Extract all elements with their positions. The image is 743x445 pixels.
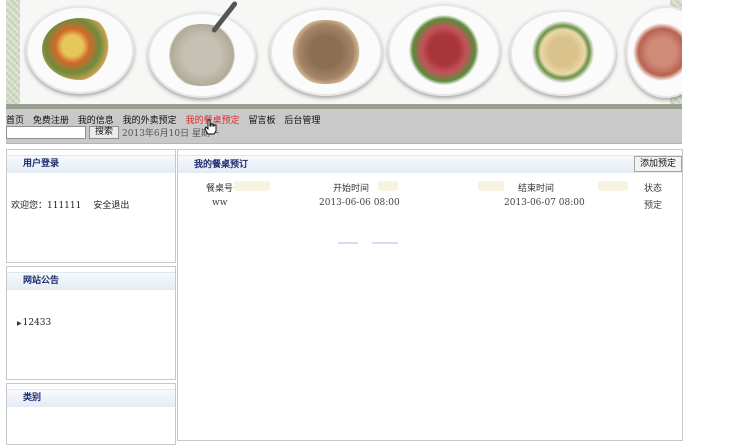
nav-link-takeout-orders[interactable]: 我的外卖预定 (123, 116, 177, 126)
category-panel: 类别 (6, 383, 176, 445)
search-button[interactable]: 搜索 (89, 126, 120, 139)
user-login-panel: 用户登录 欢迎您：111111 安全退出 (6, 149, 176, 263)
dish-image-6 (626, 6, 682, 98)
dish-image-1 (26, 6, 134, 94)
category-title: 类别 (7, 389, 175, 407)
background-artifact (234, 181, 270, 191)
cell-table-no: ww (212, 198, 228, 208)
cell-status: 预定 (644, 201, 663, 211)
welcome-line: 欢迎您：111111 安全退出 (11, 198, 129, 211)
header-banner (6, 0, 682, 106)
add-reservation-button[interactable]: 添加预定 (634, 156, 682, 172)
cell-end-time: 2013-06-07 08:00 (504, 198, 585, 208)
search-row: 搜索 2013年6月10日 星期一 (6, 126, 219, 139)
dish-image-4 (388, 4, 500, 96)
dish-image-3 (270, 8, 382, 96)
bullet-icon: ▶ (17, 320, 22, 327)
nav-links: 首页 免费注册 我的信息 我的外卖预定 我的餐桌预定 留言板 后台管理 (6, 113, 326, 126)
dish-image-5 (510, 10, 616, 96)
hand-cursor-icon (204, 119, 217, 135)
search-input[interactable] (6, 126, 86, 139)
panel-title: 我的餐桌预订 (194, 160, 249, 170)
column-header-status: 状态 (644, 184, 663, 194)
user-login-title: 用户登录 (7, 155, 175, 173)
nav-link-my-info[interactable]: 我的信息 (78, 116, 114, 126)
logout-link[interactable]: 安全退出 (93, 201, 129, 211)
nav-link-home[interactable]: 首页 (6, 116, 24, 126)
dish-image-2 (148, 0, 256, 98)
background-artifact (378, 181, 398, 191)
notice-item[interactable]: ▶12433 (17, 318, 51, 328)
nav-link-message-board[interactable]: 留言板 (248, 116, 275, 126)
column-header-start-time: 开始时间 (333, 184, 370, 194)
background-artifact (478, 181, 504, 191)
table-reservation-panel: 我的餐桌预订 添加预定 餐桌号 开始时间 结束时间 状态 ww 2013-06-… (177, 149, 683, 441)
cell-start-time: 2013-06-06 08:00 (319, 198, 400, 208)
welcome-text: 欢迎您：111111 (11, 201, 82, 211)
background-artifact (598, 181, 628, 191)
site-notice-panel: 网站公告 ▶12433 (6, 266, 176, 380)
column-header-end-time: 结束时间 (518, 184, 555, 194)
panel-header: 我的餐桌预订 添加预定 (178, 155, 682, 173)
background-artifact (338, 242, 358, 244)
site-notice-title: 网站公告 (7, 272, 175, 290)
column-header-table-no: 餐桌号 (206, 184, 234, 194)
nav-bar: 首页 免费注册 我的信息 我的外卖预定 我的餐桌预定 留言板 后台管理 搜索 20… (6, 109, 682, 144)
notice-item-text: 12433 (22, 318, 52, 328)
food-photo-strip (20, 0, 682, 106)
nav-link-register[interactable]: 免费注册 (33, 116, 69, 126)
background-artifact (372, 242, 398, 244)
nav-link-admin[interactable]: 后台管理 (284, 116, 320, 126)
